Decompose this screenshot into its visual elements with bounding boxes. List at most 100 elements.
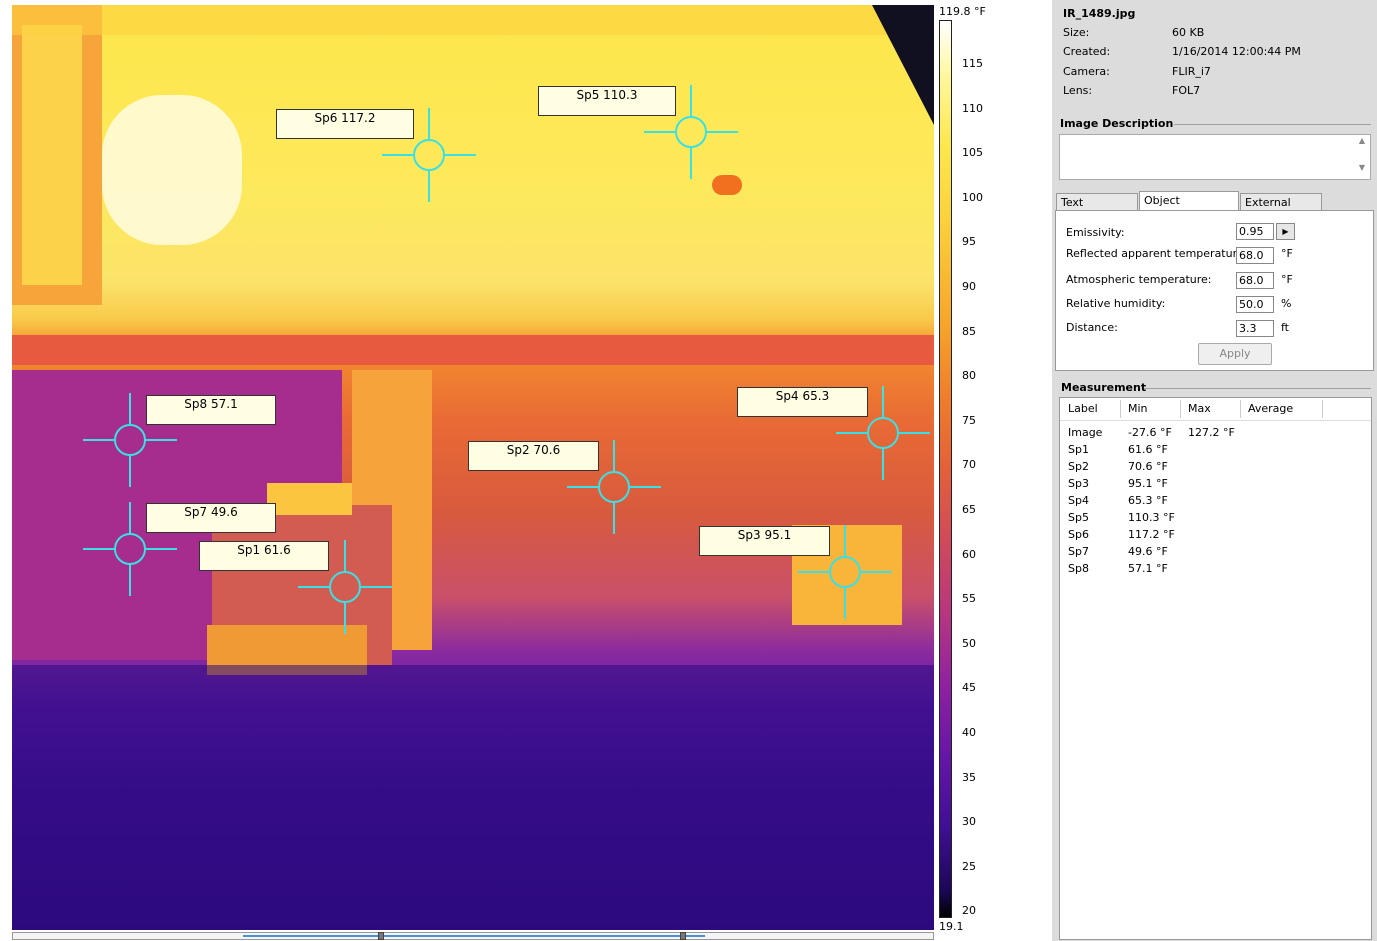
atmospheric-temp-unit: °F bbox=[1281, 273, 1293, 286]
row-min: 110.3 °F bbox=[1128, 511, 1175, 524]
range-slider-fill bbox=[243, 935, 705, 937]
tab-object-parameters[interactable]: Object parameters bbox=[1139, 191, 1239, 224]
section-divider bbox=[1144, 388, 1371, 389]
image-description-title: Image Description bbox=[1060, 117, 1174, 130]
spot-marker-sp1[interactable] bbox=[298, 540, 392, 634]
thermal-image[interactable]: Sp6 117.2 Sp5 110.3 Sp8 57.1 Sp4 65.3 Sp… bbox=[12, 5, 934, 930]
scale-tick-label: 80 bbox=[962, 369, 976, 383]
reflected-temp-label: Reflected apparent temperature: bbox=[1066, 247, 1248, 260]
scale-tick-label: 115 bbox=[962, 57, 983, 70]
row-min: 49.6 °F bbox=[1128, 545, 1168, 558]
range-slider-handle-left[interactable] bbox=[378, 932, 384, 940]
distance-label: Distance: bbox=[1066, 321, 1118, 334]
humidity-unit: % bbox=[1281, 297, 1292, 310]
humidity-input[interactable]: 50.0 bbox=[1236, 296, 1274, 313]
range-slider-handle-right[interactable] bbox=[680, 932, 686, 940]
row-min: -27.6 °F bbox=[1128, 426, 1172, 439]
spot-marker-sp2[interactable] bbox=[567, 440, 661, 534]
info-value-lens: FOL7 bbox=[1172, 84, 1201, 97]
section-divider bbox=[1174, 124, 1371, 125]
spot-marker-sp7[interactable] bbox=[83, 502, 177, 596]
image-description-input[interactable]: ▲ ▼ bbox=[1059, 134, 1371, 180]
play-icon: ▶ bbox=[1282, 227, 1289, 236]
column-separator bbox=[1322, 400, 1323, 418]
distance-unit: ft bbox=[1281, 321, 1289, 334]
info-label-size: Size: bbox=[1063, 26, 1090, 39]
scale-tick-label: 45 bbox=[962, 681, 976, 695]
humidity-label: Relative humidity: bbox=[1066, 297, 1166, 310]
spot-marker-sp4[interactable] bbox=[836, 386, 930, 480]
row-min: 70.6 °F bbox=[1128, 460, 1168, 473]
scale-tick-label: 20 bbox=[962, 904, 976, 918]
distance-input[interactable]: 3.3 bbox=[1236, 320, 1274, 337]
scroll-down-icon[interactable]: ▼ bbox=[1355, 163, 1369, 172]
row-label: Sp4 bbox=[1068, 494, 1089, 507]
spot-marker-sp5[interactable] bbox=[644, 85, 738, 179]
column-header-average[interactable]: Average bbox=[1248, 402, 1293, 415]
emissivity-menu-button[interactable]: ▶ bbox=[1276, 223, 1295, 240]
column-separator bbox=[1120, 400, 1121, 418]
measurement-title: Measurement bbox=[1061, 381, 1147, 394]
scroll-up-icon[interactable]: ▲ bbox=[1355, 136, 1369, 145]
color-scale-bar[interactable] bbox=[939, 20, 952, 918]
row-label: Image bbox=[1068, 426, 1103, 439]
scale-tick-label: 60 bbox=[962, 547, 976, 561]
scale-tick-label: 30 bbox=[962, 815, 976, 829]
scale-tick-label: 50 bbox=[962, 636, 976, 650]
row-max: 127.2 °F bbox=[1188, 426, 1235, 439]
info-value-size: 60 KB bbox=[1172, 26, 1205, 39]
info-value-created: 1/16/2014 12:00:44 PM bbox=[1172, 45, 1301, 58]
row-label: Sp2 bbox=[1068, 460, 1089, 473]
emissivity-input[interactable]: 0.95 bbox=[1236, 223, 1274, 240]
info-value-camera: FLIR_i7 bbox=[1172, 65, 1211, 78]
scale-tick-label: 70 bbox=[962, 458, 976, 472]
column-separator bbox=[1180, 400, 1181, 418]
scale-tick-label: 100 bbox=[962, 190, 983, 204]
row-min: 95.1 °F bbox=[1128, 477, 1168, 490]
row-min: 61.6 °F bbox=[1128, 443, 1168, 456]
scale-tick-label: 90 bbox=[962, 280, 976, 293]
table-header-divider bbox=[1060, 420, 1371, 421]
row-label: Sp1 bbox=[1068, 443, 1089, 456]
column-separator bbox=[1240, 400, 1241, 418]
scale-min-label: 19.1 bbox=[939, 920, 964, 933]
object-parameters-panel: Emissivity: 0.95 ▶ Reflected apparent te… bbox=[1055, 210, 1374, 371]
scale-tick-label: 110 bbox=[962, 101, 983, 115]
scale-max-label: 119.8 °F bbox=[939, 5, 986, 18]
column-header-label[interactable]: Label bbox=[1068, 402, 1098, 415]
scale-tick-label: 40 bbox=[962, 726, 976, 739]
row-min: 65.3 °F bbox=[1128, 494, 1168, 507]
measurement-table: Label Min Max Average Image -27.6 °F 127.2… bbox=[1059, 397, 1372, 940]
row-label: Sp5 bbox=[1068, 511, 1089, 524]
spot-marker-sp6[interactable] bbox=[382, 108, 476, 202]
range-slider[interactable] bbox=[12, 932, 934, 940]
scale-tick-label: 105 bbox=[962, 146, 983, 160]
scale-tick-label: 75 bbox=[962, 413, 976, 427]
row-label: Sp3 bbox=[1068, 477, 1089, 490]
apply-button[interactable]: Apply bbox=[1198, 343, 1272, 365]
scale-tick-label: 65 bbox=[962, 503, 976, 516]
row-min: 57.1 °F bbox=[1128, 562, 1168, 575]
row-min: 117.2 °F bbox=[1128, 528, 1175, 541]
tab-text-comments[interactable]: Text comments bbox=[1056, 193, 1138, 226]
row-label: Sp7 bbox=[1068, 545, 1089, 558]
scale-tick-label: 25 bbox=[962, 859, 976, 873]
spot-marker-sp3[interactable] bbox=[798, 525, 892, 619]
atmospheric-temp-label: Atmospheric temperature: bbox=[1066, 273, 1212, 286]
scale-tick-label: 55 bbox=[962, 592, 976, 606]
atmospheric-temp-input[interactable]: 68.0 bbox=[1236, 272, 1274, 289]
reflected-temp-input[interactable]: 68.0 bbox=[1236, 247, 1274, 264]
info-panel: IR_1489.jpg Size: 60 KB Created: 1/16/20… bbox=[1052, 0, 1377, 941]
info-label-created: Created: bbox=[1063, 45, 1111, 58]
row-label: Sp6 bbox=[1068, 528, 1089, 541]
reflected-temp-unit: °F bbox=[1281, 247, 1293, 260]
description-scrollbar[interactable]: ▲ ▼ bbox=[1355, 136, 1369, 178]
info-label-camera: Camera: bbox=[1063, 65, 1110, 78]
spot-marker-sp8[interactable] bbox=[83, 393, 177, 487]
column-header-max[interactable]: Max bbox=[1188, 402, 1211, 415]
file-name: IR_1489.jpg bbox=[1063, 7, 1136, 20]
emissivity-label: Emissivity: bbox=[1066, 226, 1125, 239]
column-header-min[interactable]: Min bbox=[1128, 402, 1148, 415]
tab-external-sensor[interactable]: External Sensor bbox=[1240, 193, 1322, 226]
info-label-lens: Lens: bbox=[1063, 84, 1093, 97]
